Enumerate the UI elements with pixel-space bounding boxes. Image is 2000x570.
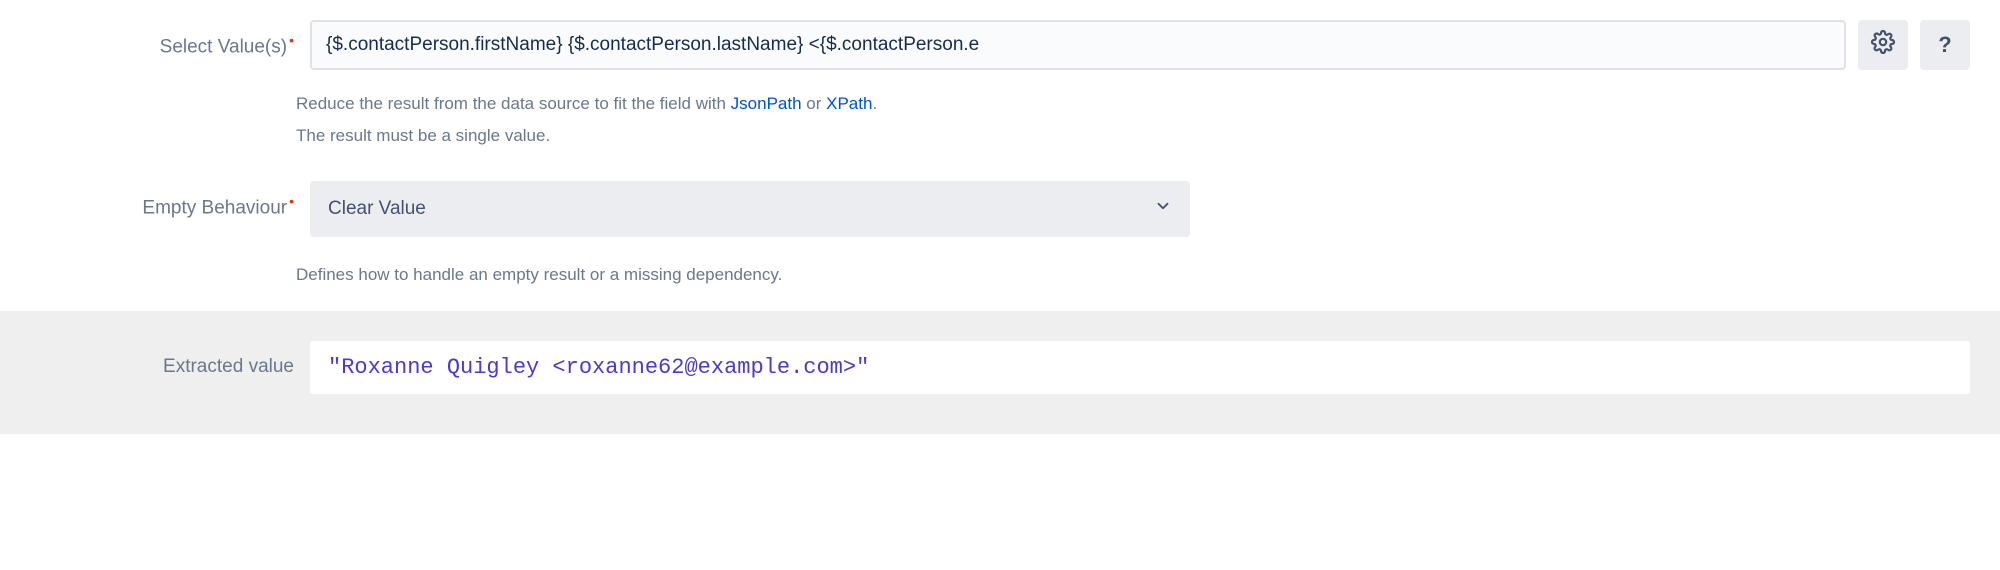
xpath-link[interactable]: XPath [826,94,872,113]
select-value: Clear Value [328,198,426,220]
jsonpath-link[interactable]: JsonPath [731,94,802,113]
select-values-input[interactable] [310,20,1846,70]
help-icon: ? [1938,32,1951,58]
required-marker: • [289,32,294,48]
empty-behaviour-label: Empty Behaviour• [30,181,310,219]
required-marker: • [289,193,294,209]
empty-behaviour-help: Defines how to handle an empty result or… [0,247,2000,291]
settings-button[interactable] [1858,20,1908,70]
extracted-value-label: Extracted value [30,356,310,378]
gear-icon [1871,30,1895,60]
select-values-help: Reduce the result from the data source t… [0,80,2000,153]
empty-behaviour-select[interactable]: Clear Value [310,181,1190,237]
extracted-value-output: "Roxanne Quigley <roxanne62@example.com>… [310,341,1970,394]
help-button[interactable]: ? [1920,20,1970,70]
select-values-label: Select Value(s)• [30,20,310,58]
chevron-down-icon [1154,197,1172,221]
